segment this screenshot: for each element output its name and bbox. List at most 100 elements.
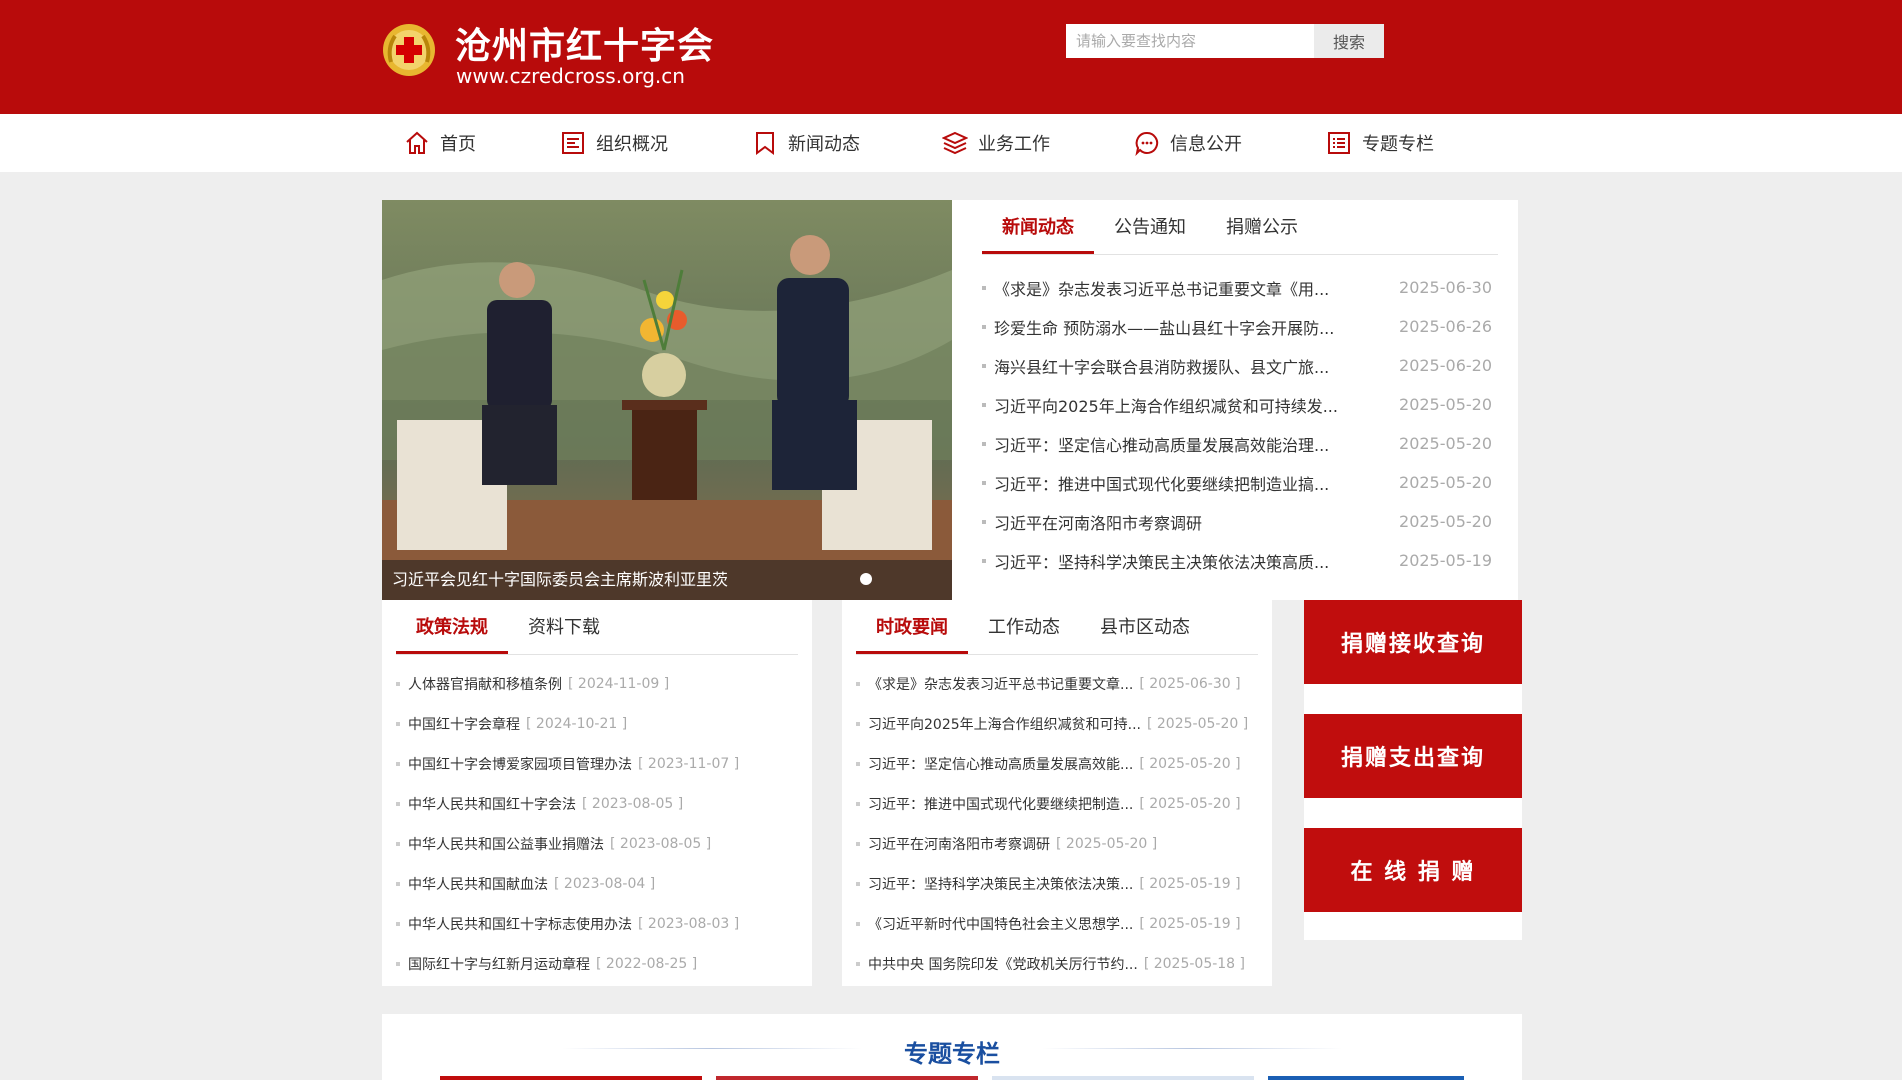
nav-item-home[interactable]: 首页 [404,114,476,172]
list-item[interactable]: 珍爱生命 预防溺水——盐山县红十字会开展防... 2025-06-26 [982,307,1492,346]
bookmark-icon [756,132,774,155]
tab-county-updates[interactable]: 县市区动态 [1080,602,1210,654]
news-title[interactable]: 习近平：坚定信心推动高质量发展高效能治理... [982,432,1329,456]
policy-title[interactable]: 中国红十字会博爱家园项目管理办法 [408,754,632,774]
nav-item-disclosure[interactable]: 信息公开 [1134,114,1242,172]
list-item[interactable]: 习近平：坚持科学决策民主决策依法决策高质... 2025-05-19 [982,541,1492,580]
site-url: www.czredcross.org.cn [456,64,685,88]
policy-title[interactable]: 中华人民共和国红十字标志使用办法 [408,914,632,934]
politics-title[interactable]: 中共中央 国务院印发《党政机关厉行节约... [868,954,1138,974]
chat-icon [1135,131,1159,156]
nav-label: 首页 [440,134,476,155]
news-date: 2025-05-20 [1399,512,1492,531]
online-donation-button[interactable]: 在 线 捐 赠 [1304,828,1522,912]
politics-list: 《求是》杂志发表习近平总书记重要文章... [ 2025-06-30 ] 习近平向… [856,664,1258,984]
search-input[interactable] [1066,24,1314,58]
news-title[interactable]: 习近平：推进中国式现代化要继续把制造业搞... [982,471,1329,495]
news-date: 2025-05-19 [1399,551,1492,570]
list-item[interactable]: 习近平：推进中国式现代化要继续把制造业搞... 2025-05-20 [982,463,1492,502]
politics-date: [ 2025-05-20 ] [1139,796,1241,812]
list-item[interactable]: 人体器官捐献和移植条例 [ 2024-11-09 ] [396,664,798,704]
nav-item-business[interactable]: 业务工作 [942,114,1050,172]
policy-date: [ 2023-08-05 ] [610,836,712,852]
policy-title[interactable]: 中华人民共和国红十字会法 [408,794,576,814]
slider-dot-active[interactable] [860,573,872,585]
policy-title[interactable]: 中国红十字会章程 [408,714,520,734]
policy-title[interactable]: 中华人民共和国公益事业捐赠法 [408,834,604,854]
special-banner-4[interactable] [1268,1076,1464,1080]
list-item[interactable]: 中华人民共和国献血法 [ 2023-08-04 ] [396,864,798,904]
list-item[interactable]: 中华人民共和国红十字会法 [ 2023-08-05 ] [396,784,798,824]
policy-date: [ 2024-10-21 ] [526,716,628,732]
list-item[interactable]: 习近平向2025年上海合作组织减贫和可持续发... 2025-05-20 [982,385,1492,424]
donation-expense-query-button[interactable]: 捐赠支出查询 [1304,714,1522,798]
list-item[interactable]: 中华人民共和国公益事业捐赠法 [ 2023-08-05 ] [396,824,798,864]
list-item[interactable]: 《习近平新时代中国特色社会主义思想学... [ 2025-05-19 ] [856,904,1258,944]
policy-title[interactable]: 国际红十字与红新月运动章程 [408,954,590,974]
politics-tabs: 时政要闻 工作动态 县市区动态 [856,602,1258,655]
nav-label: 业务工作 [978,134,1050,155]
news-date: 2025-05-20 [1399,473,1492,492]
policy-list: 人体器官捐献和移植条例 [ 2024-11-09 ] 中国红十字会章程 [ 2024… [396,664,798,984]
nav-label: 信息公开 [1170,134,1242,155]
policy-date: [ 2023-08-05 ] [582,796,684,812]
politics-title[interactable]: 《习近平新时代中国特色社会主义思想学... [868,914,1133,934]
news-title[interactable]: 《求是》杂志发表习近平总书记重要文章《用... [982,276,1329,300]
list-item[interactable]: 习近平：推进中国式现代化要继续把制造... [ 2025-05-20 ] [856,784,1258,824]
politics-title[interactable]: 习近平：坚定信心推动高质量发展高效能... [868,754,1133,774]
policy-title[interactable]: 人体器官捐献和移植条例 [408,674,562,694]
section-title: 专题专栏 [904,1040,1000,1068]
list-item[interactable]: 海兴县红十字会联合县消防救援队、县文广旅... 2025-06-20 [982,346,1492,385]
politics-date: [ 2025-05-20 ] [1056,836,1158,852]
politics-date: [ 2025-05-20 ] [1139,756,1241,772]
news-title[interactable]: 习近平向2025年上海合作组织减贫和可持续发... [982,393,1338,417]
tab-downloads[interactable]: 资料下载 [508,602,620,654]
nav-item-special[interactable]: 专题专栏 [1326,114,1434,172]
main-nav: 首页 组织概况 新闻动态 业务工作 信息公开 专题专栏 [0,114,1902,172]
politics-title[interactable]: 习近平向2025年上海合作组织减贫和可持... [868,714,1141,734]
list-item[interactable]: 习近平：坚持科学决策民主决策依法决策... [ 2025-05-19 ] [856,864,1258,904]
list-item[interactable]: 习近平在河南洛阳市考察调研 [ 2025-05-20 ] [856,824,1258,864]
nav-item-organization[interactable]: 组织概况 [560,114,668,172]
list-item[interactable]: 《求是》杂志发表习近平总书记重要文章《用... 2025-06-30 [982,268,1492,307]
tab-policy[interactable]: 政策法规 [396,602,508,654]
tab-news[interactable]: 新闻动态 [982,202,1094,254]
list-item[interactable]: 中国红十字会博爱家园项目管理办法 [ 2023-11-07 ] [396,744,798,784]
news-title[interactable]: 习近平：坚持科学决策民主决策依法决策高质... [982,549,1329,573]
donation-receipt-query-button[interactable]: 捐赠接收查询 [1304,600,1522,684]
list-item[interactable]: 习近平在河南洛阳市考察调研 2025-05-20 [982,502,1492,541]
list-item[interactable]: 中国红十字会章程 [ 2024-10-21 ] [396,704,798,744]
special-banner-2[interactable] [716,1076,978,1080]
news-title[interactable]: 珍爱生命 预防溺水——盐山县红十字会开展防... [982,315,1334,339]
news-date: 2025-06-26 [1399,317,1492,336]
politics-date: [ 2025-05-18 ] [1143,956,1245,972]
photo-slider[interactable]: 习近平会见红十字国际委员会主席斯波利亚里茨 [382,200,952,600]
politics-title[interactable]: 习近平：推进中国式现代化要继续把制造... [868,794,1133,814]
politics-date: [ 2025-05-19 ] [1139,876,1241,892]
list-item[interactable]: 国际红十字与红新月运动章程 [ 2022-08-25 ] [396,944,798,984]
list-item[interactable]: 中共中央 国务院印发《党政机关厉行节约... [ 2025-05-18 ] [856,944,1258,984]
list-item[interactable]: 习近平：坚定信心推动高质量发展高效能治理... 2025-05-20 [982,424,1492,463]
tab-politics[interactable]: 时政要闻 [856,602,968,654]
tab-notices[interactable]: 公告通知 [1094,202,1206,254]
tab-donation-public[interactable]: 捐赠公示 [1206,202,1318,254]
list-item[interactable]: 习近平向2025年上海合作组织减贫和可持... [ 2025-05-20 ] [856,704,1258,744]
red-cross-emblem-logo[interactable] [381,22,437,78]
news-title[interactable]: 海兴县红十字会联合县消防救援队、县文广旅... [982,354,1329,378]
nav-label: 新闻动态 [788,134,860,155]
politics-title[interactable]: 习近平：坚持科学决策民主决策依法决策... [868,874,1133,894]
politics-title[interactable]: 习近平在河南洛阳市考察调研 [868,834,1050,854]
tab-work-updates[interactable]: 工作动态 [968,602,1080,654]
nav-item-news[interactable]: 新闻动态 [752,114,860,172]
policy-title[interactable]: 中华人民共和国献血法 [408,874,548,894]
list-item[interactable]: 中华人民共和国红十字标志使用办法 [ 2023-08-03 ] [396,904,798,944]
list-item[interactable]: 《求是》杂志发表习近平总书记重要文章... [ 2025-06-30 ] [856,664,1258,704]
special-banner-1[interactable] [440,1076,702,1080]
document-icon [562,132,584,154]
search-button[interactable]: 搜索 [1314,24,1384,58]
site-title[interactable]: 沧州市红十字会 [455,17,714,69]
news-title[interactable]: 习近平在河南洛阳市考察调研 [982,510,1202,534]
special-banner-3[interactable] [992,1076,1254,1080]
list-item[interactable]: 习近平：坚定信心推动高质量发展高效能... [ 2025-05-20 ] [856,744,1258,784]
politics-title[interactable]: 《求是》杂志发表习近平总书记重要文章... [868,674,1133,694]
